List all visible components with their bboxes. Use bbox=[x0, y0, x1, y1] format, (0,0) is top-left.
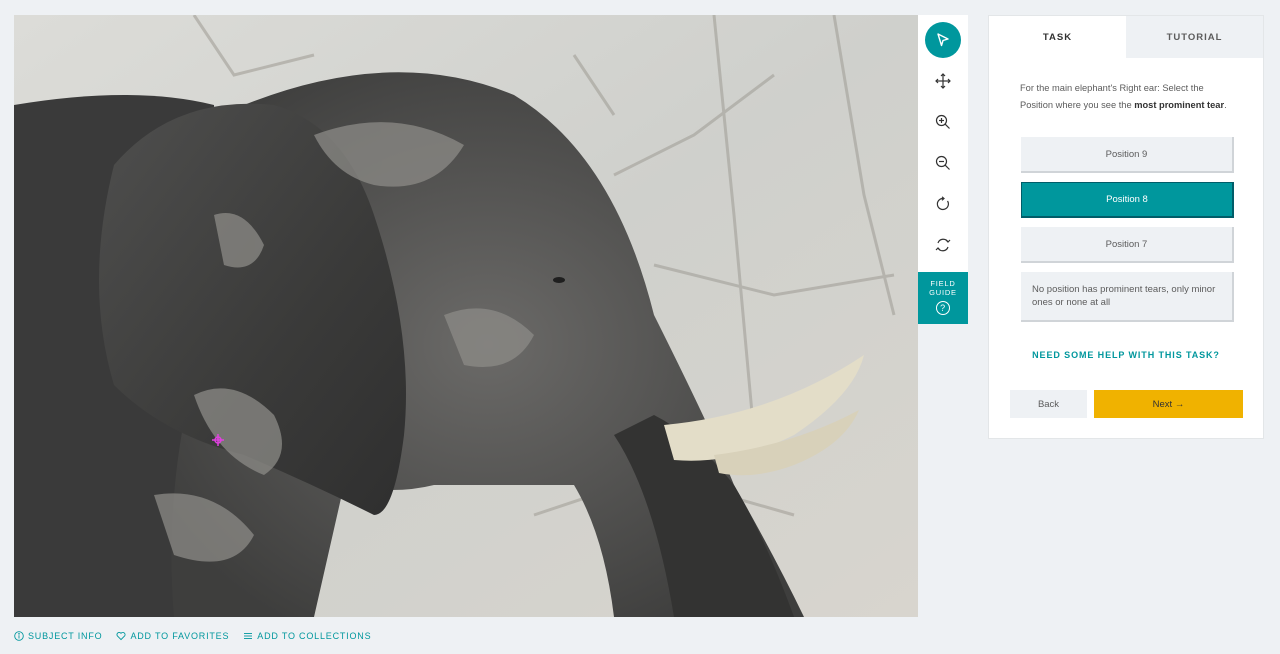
subject-image-viewer[interactable] bbox=[14, 15, 918, 617]
add-favorites-link[interactable]: ADD TO FAVORITES bbox=[116, 631, 229, 641]
elephant-photo bbox=[14, 15, 918, 617]
answer-position-9[interactable]: Position 9 bbox=[1021, 137, 1234, 173]
rotate-button[interactable] bbox=[925, 186, 961, 222]
field-guide-label-2: GUIDE bbox=[929, 288, 957, 297]
zoom-out-icon bbox=[935, 155, 950, 170]
heart-icon bbox=[116, 631, 126, 641]
tab-tutorial[interactable]: TUTORIAL bbox=[1126, 16, 1263, 58]
zoom-in-button[interactable] bbox=[925, 104, 961, 140]
pointer-icon bbox=[937, 33, 949, 47]
question-end: . bbox=[1224, 99, 1227, 110]
reset-icon bbox=[935, 238, 951, 252]
question-icon: ? bbox=[936, 301, 950, 315]
back-button[interactable]: Back bbox=[1010, 390, 1087, 418]
field-guide-label-1: FIELD bbox=[930, 279, 956, 288]
move-tool-button[interactable] bbox=[925, 63, 961, 99]
list-icon bbox=[244, 633, 253, 639]
zoom-in-icon bbox=[935, 114, 950, 129]
zoom-out-button[interactable] bbox=[925, 145, 961, 181]
next-button[interactable]: Next → bbox=[1094, 390, 1243, 418]
task-tabs: TASK TUTORIAL bbox=[989, 16, 1263, 58]
subject-footer: SUBJECT INFO ADD TO FAVORITES ADD TO COL… bbox=[14, 631, 371, 641]
question-emphasis: most prominent tear bbox=[1134, 99, 1225, 110]
subject-info-link[interactable]: SUBJECT INFO bbox=[14, 631, 102, 641]
answer-no-position[interactable]: No position has prominent tears, only mi… bbox=[1021, 272, 1234, 322]
rotate-icon bbox=[936, 196, 949, 211]
reset-button[interactable] bbox=[925, 227, 961, 263]
info-icon bbox=[14, 631, 24, 641]
tab-task[interactable]: TASK bbox=[989, 16, 1126, 58]
task-panel: TASK TUTORIAL For the main elephant's Ri… bbox=[988, 15, 1264, 439]
help-link[interactable]: NEED SOME HELP WITH THIS TASK? bbox=[989, 350, 1263, 360]
add-collections-link[interactable]: ADD TO COLLECTIONS bbox=[243, 631, 371, 641]
subject-info-label: SUBJECT INFO bbox=[28, 631, 103, 641]
answer-position-7[interactable]: Position 7 bbox=[1021, 227, 1234, 263]
annotate-tool-button[interactable] bbox=[925, 22, 961, 58]
move-icon bbox=[935, 73, 951, 89]
field-guide-button[interactable]: FIELD GUIDE ? bbox=[918, 272, 968, 324]
task-question: For the main elephant's Right ear: Selec… bbox=[1020, 80, 1238, 113]
image-toolbar: FIELD GUIDE ? bbox=[918, 15, 968, 324]
add-collections-label: ADD TO COLLECTIONS bbox=[257, 631, 372, 641]
answer-position-8[interactable]: Position 8 bbox=[1021, 182, 1234, 218]
add-favorites-label: ADD TO FAVORITES bbox=[130, 631, 230, 641]
